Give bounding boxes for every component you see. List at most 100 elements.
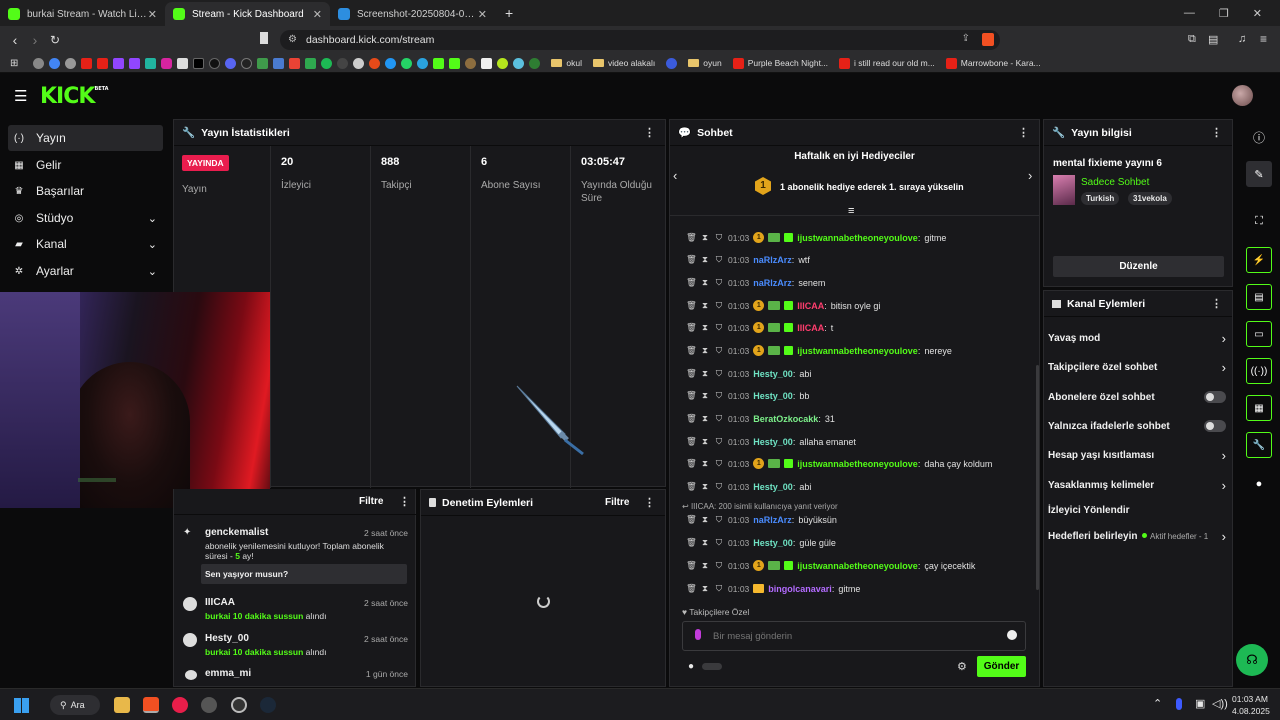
hamburger-menu-icon[interactable]: ☰: [14, 87, 27, 105]
share-icon[interactable]: ⇪: [962, 33, 970, 44]
chat-message[interactable]: 🗑 ⧗ ⛉ 01:03 naRlzArz: büyüksün: [686, 514, 837, 525]
chat-message[interactable]: 🗑 ⧗ ⛉ 01:03 1 ijustwannabetheoneyoulove: daha …: [686, 458, 992, 469]
bookmark-favicon-icon[interactable]: [497, 57, 509, 69]
timeout-icon[interactable]: ⧗: [700, 514, 710, 525]
sidebar-item-basarilar[interactable]: ♛ Başarılar: [8, 178, 163, 204]
kick-icon[interactable]: [433, 57, 445, 69]
bookmark-link[interactable]: Purple Beach Night...: [732, 57, 828, 69]
ban-icon[interactable]: ⛉: [714, 390, 724, 401]
ban-icon[interactable]: ⛉: [714, 322, 724, 333]
ban-icon[interactable]: ⛉: [714, 560, 724, 571]
chat-message[interactable]: 🗑 ⧗ ⛉ 01:03 Hesty_00: abi: [686, 368, 811, 379]
timeout-icon[interactable]: ⧗: [700, 368, 710, 379]
ban-icon[interactable]: ⛉: [714, 514, 724, 525]
delete-icon[interactable]: 🗑: [686, 277, 697, 288]
tray-chevron-icon[interactable]: ⌃: [1153, 697, 1162, 710]
minimize-icon[interactable]: —: [1184, 7, 1195, 19]
chat-message[interactable]: 🗑 ⧗ ⛉ 01:03 naRlzArz: senem: [686, 277, 825, 288]
bookmark-link[interactable]: i still read our old m...: [839, 57, 935, 69]
reload-icon[interactable]: ↻: [45, 33, 65, 47]
chat-message[interactable]: 🗑 ⧗ ⛉ 01:03 1 ijustwannabetheoneyoulove: çay i…: [686, 560, 975, 571]
chat-username[interactable]: Hesty_00: [753, 369, 793, 379]
close-tab-icon[interactable]: ✕: [148, 8, 157, 21]
timeout-icon[interactable]: ⧗: [700, 390, 710, 401]
timeout-icon[interactable]: ⧗: [700, 436, 710, 447]
chat-bubble-icon[interactable]: ▭: [1246, 321, 1272, 347]
browser-tab-active[interactable]: Stream - Kick Dashboard ✕: [165, 2, 330, 26]
channel-action-item[interactable]: Hedefleri belirleyin Aktif hedefler - 1 ›: [1048, 529, 1228, 544]
spotify-icon[interactable]: [321, 57, 333, 69]
close-tab-icon[interactable]: ✕: [313, 8, 322, 21]
close-window-icon[interactable]: ✕: [1253, 7, 1262, 20]
timeout-icon[interactable]: ⧗: [700, 232, 710, 243]
ban-icon[interactable]: ⛉: [714, 481, 724, 492]
more-options-icon[interactable]: ⋮: [1211, 297, 1222, 310]
bookmark-favicon-icon[interactable]: [273, 57, 285, 69]
site-info-icon[interactable]: ⚙: [288, 34, 297, 45]
more-options-icon[interactable]: ⋮: [1211, 126, 1222, 139]
tag[interactable]: 31vekola: [1128, 192, 1172, 205]
chat-username[interactable]: naRlzArz: [753, 255, 792, 265]
chevron-right-icon[interactable]: ›: [1028, 168, 1032, 183]
channel-action-item[interactable]: Yalnızca ifadelerle sohbet: [1048, 419, 1228, 433]
taskbar-date[interactable]: 4.08.2025: [1232, 706, 1270, 716]
x-icon[interactable]: [193, 57, 205, 69]
tray-app-icon[interactable]: [1176, 698, 1182, 710]
bookmark-favicon-icon[interactable]: [65, 57, 77, 69]
delete-icon[interactable]: 🗑: [686, 368, 697, 379]
broadcast-icon[interactable]: ((·)): [1246, 358, 1272, 384]
whatsapp-icon[interactable]: [401, 57, 413, 69]
bookmark-favicon-icon[interactable]: [481, 57, 493, 69]
channel-action-item[interactable]: Abonelere özel sohbet: [1048, 390, 1228, 404]
chat-username[interactable]: bingolcanavari: [768, 584, 832, 594]
volume-icon[interactable]: ◁)): [1212, 697, 1228, 710]
toggle-switch[interactable]: [1204, 420, 1226, 432]
chat-message[interactable]: 🗑 ⧗ ⛉ 01:03 1 ijustwannabetheoneyoulove: gitme: [686, 232, 946, 243]
taskbar-time[interactable]: 01:03 AM: [1232, 694, 1268, 704]
avatar[interactable]: [1232, 85, 1253, 106]
mic-icon[interactable]: [695, 629, 701, 640]
sidebar-toggle-icon[interactable]: ▤: [1208, 33, 1218, 46]
gmail-icon[interactable]: [289, 57, 301, 69]
bookmark-folder[interactable]: okul: [551, 58, 582, 68]
chat-message[interactable]: 🗑 ⧗ ⛉ 01:03 1 IIICAA: bitisn oyle gi: [686, 300, 880, 311]
lightning-icon[interactable]: ⚡: [1246, 247, 1272, 273]
ban-icon[interactable]: ⛉: [714, 368, 724, 379]
chat-username[interactable]: ijustwannabetheoneyoulove: [797, 561, 918, 571]
bookmark-favicon-icon[interactable]: [257, 57, 269, 69]
bookmark-favicon-icon[interactable]: [369, 57, 381, 69]
timeout-icon[interactable]: ⧗: [700, 537, 710, 548]
twitch-icon[interactable]: [129, 57, 141, 69]
channel-action-item[interactable]: İzleyici Yönlendir: [1048, 503, 1228, 517]
chat-settings-icon[interactable]: ⚙: [957, 660, 967, 673]
timeout-icon[interactable]: ⧗: [700, 481, 710, 492]
channel-action-item[interactable]: Yasaklanmış kelimeler ›: [1048, 478, 1228, 493]
more-options-icon[interactable]: ⋮: [644, 496, 655, 509]
more-options-icon[interactable]: ⋮: [399, 495, 410, 508]
category-name[interactable]: Sadece Sohbet: [1081, 177, 1149, 188]
delete-icon[interactable]: 🗑: [686, 300, 697, 311]
chat-username[interactable]: ijustwannabetheoneyoulove: [797, 346, 918, 356]
delete-icon[interactable]: 🗑: [686, 390, 697, 401]
ban-icon[interactable]: ⛉: [714, 254, 724, 265]
windows-start-icon[interactable]: [14, 698, 29, 713]
ban-icon[interactable]: ⛉: [714, 458, 724, 469]
chat-username[interactable]: IIICAA: [797, 301, 824, 311]
menu-icon[interactable]: ≡: [1260, 32, 1267, 46]
youtube-icon[interactable]: [81, 57, 93, 69]
network-icon[interactable]: ▣: [1195, 697, 1205, 710]
tag[interactable]: Turkish: [1081, 192, 1120, 205]
obs-icon[interactable]: [231, 697, 247, 713]
chat-message[interactable]: 🗑 ⧗ ⛉ 01:03 1 ijustwannabetheoneyoulove: nerey…: [686, 345, 952, 356]
brave-icon[interactable]: [143, 697, 159, 713]
back-icon[interactable]: ‹: [5, 32, 25, 48]
browser-tab[interactable]: Screenshot-20250804-010111 hoste ✕: [330, 2, 495, 26]
kick-logo[interactable]: KICKBETA: [40, 84, 109, 109]
channel-action-item[interactable]: Yavaş mod ›: [1048, 331, 1228, 346]
activity-item[interactable]: IIICAA 2 saat önce burkai 10 dakika suss…: [176, 597, 412, 627]
emoji-icon[interactable]: [1007, 630, 1017, 640]
chat-message[interactable]: 🗑 ⧗ ⛉ 01:03 bingolcanavari: gitme: [686, 583, 860, 594]
filter-button[interactable]: Filtre: [605, 497, 629, 508]
extensions-icon[interactable]: ⧉: [1188, 33, 1196, 46]
chevron-left-icon[interactable]: ‹: [673, 168, 677, 183]
